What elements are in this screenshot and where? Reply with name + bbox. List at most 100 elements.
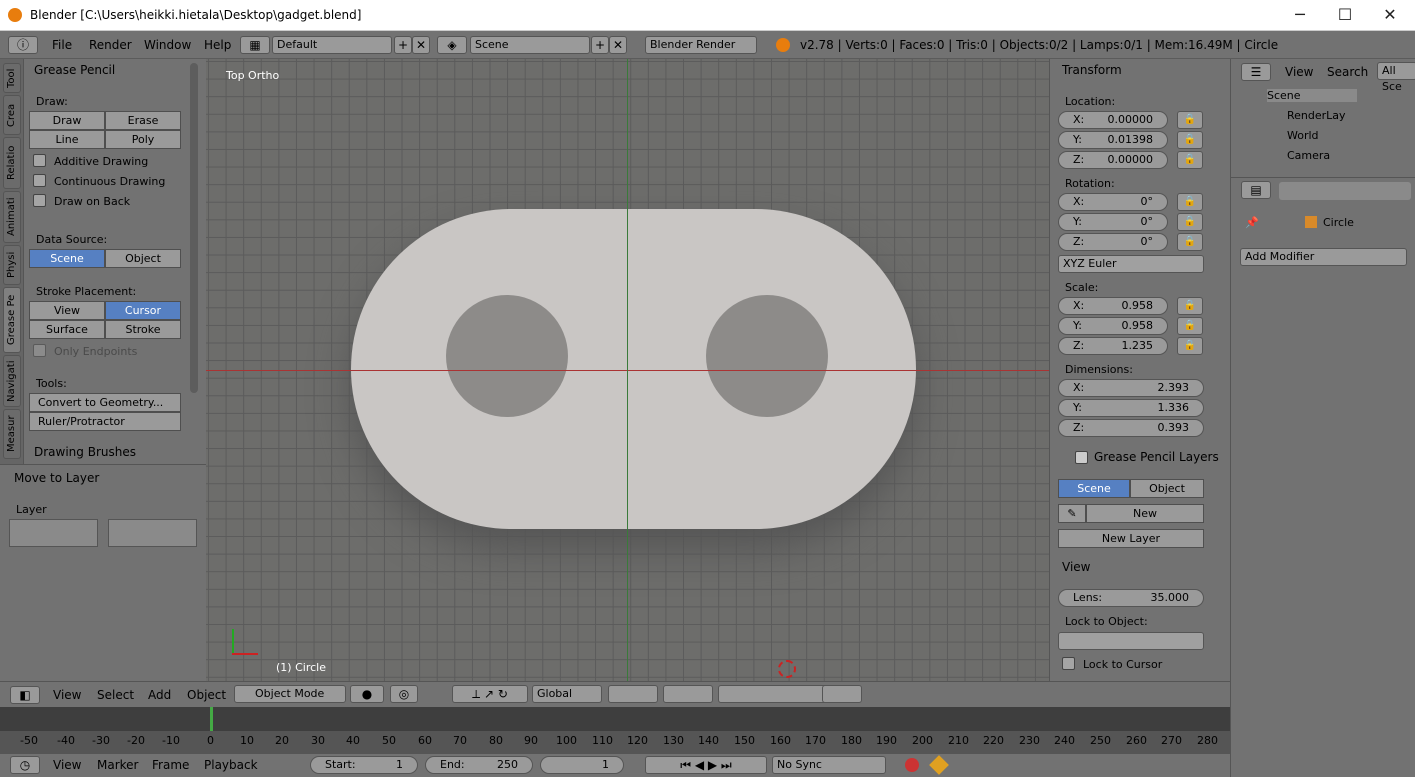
lock-icon[interactable]: 🔒	[1177, 233, 1203, 251]
screen-layout-icon[interactable]: ▦	[240, 36, 270, 54]
gp-layers-object-button[interactable]: Object	[1130, 479, 1204, 498]
gp-layers-scene-button[interactable]: Scene	[1058, 479, 1130, 498]
add-scene-icon[interactable]: +	[591, 36, 609, 54]
outliner-display-select[interactable]: All Sce	[1377, 62, 1415, 93]
keyframe-icon[interactable]	[929, 755, 949, 775]
menu-help[interactable]: Help	[204, 38, 231, 52]
close-button[interactable]: ✕	[1370, 4, 1410, 26]
data-source-scene-button[interactable]: Scene	[29, 249, 105, 268]
lock-icon[interactable]: 🔒	[1177, 131, 1203, 149]
view-panel-header[interactable]: View	[1062, 560, 1090, 574]
rotation-mode-select[interactable]: XYZ Euler	[1058, 255, 1204, 273]
manipulator-icons[interactable]: ⟂ ↗ ↻	[452, 685, 528, 703]
gp-layers-checkbox[interactable]	[1075, 451, 1088, 464]
draw-button[interactable]: Draw	[29, 111, 105, 130]
scene-icon[interactable]: ◈	[437, 36, 467, 54]
remove-scene-icon[interactable]: ✕	[609, 36, 627, 54]
tab-grease-pencil[interactable]: Grease Pe	[3, 287, 21, 353]
record-icon[interactable]	[905, 758, 919, 772]
tl-menu-marker[interactable]: Marker	[97, 758, 138, 772]
grease-pencil-header[interactable]: Grease Pencil	[34, 63, 115, 77]
tab-animation[interactable]: Animati	[3, 191, 21, 243]
dimension-y-field[interactable]: Y: 1.336	[1058, 399, 1204, 417]
menu-window[interactable]: Window	[144, 38, 191, 52]
location-y-field[interactable]: Y: 0.01398	[1058, 131, 1168, 149]
only-endpoints-checkbox[interactable]	[33, 344, 46, 357]
remove-layout-icon[interactable]: ✕	[412, 36, 430, 54]
additive-drawing-checkbox[interactable]	[33, 154, 46, 167]
menu-render[interactable]: Render	[89, 38, 132, 52]
location-z-field[interactable]: Z: 0.00000	[1058, 151, 1168, 169]
properties-context-tabs[interactable]	[1279, 182, 1411, 200]
outliner-search-menu[interactable]: Search	[1327, 65, 1368, 79]
placement-surface-button[interactable]: Surface	[29, 320, 105, 339]
lock-icon[interactable]: 🔒	[1177, 111, 1203, 129]
sync-mode-select[interactable]: No Sync	[772, 756, 886, 774]
3d-cursor-icon[interactable]	[778, 660, 796, 678]
lens-field[interactable]: Lens: 35.000	[1058, 589, 1204, 607]
lock-icon[interactable]: 🔒	[1177, 193, 1203, 211]
screen-layout-field[interactable]: Default	[272, 36, 392, 54]
tl-menu-playback[interactable]: Playback	[204, 758, 258, 772]
tab-navigation[interactable]: Navigati	[3, 355, 21, 407]
rotation-x-field[interactable]: X: 0°	[1058, 193, 1168, 211]
timeline[interactable]: -50 -40 -30 -20 -10 0 10 20 30 40 50 60 …	[0, 707, 1230, 753]
convert-to-geometry-button[interactable]: Convert to Geometry...	[29, 393, 181, 412]
layer-grid-right[interactable]	[108, 519, 197, 547]
interaction-mode-select[interactable]: Object Mode	[234, 685, 346, 703]
poly-button[interactable]: Poly	[105, 130, 181, 149]
lock-icon[interactable]: 🔒	[1177, 151, 1203, 169]
maximize-button[interactable]: ☐	[1325, 4, 1365, 26]
outliner-item-camera[interactable]: Camera	[1287, 149, 1330, 162]
render-icons[interactable]	[822, 685, 862, 703]
data-source-object-button[interactable]: Object	[105, 249, 181, 268]
transform-orientation-select[interactable]: Global	[532, 685, 602, 703]
move-to-layer-header[interactable]: Move to Layer	[14, 471, 99, 485]
scale-z-field[interactable]: Z: 1.235	[1058, 337, 1168, 355]
viewport-shading-icon[interactable]: ●	[350, 685, 384, 703]
3d-viewport[interactable]: Top Ortho (1) Circle	[206, 59, 1049, 681]
scale-x-field[interactable]: X: 0.958	[1058, 297, 1168, 315]
scene-field[interactable]: Scene	[470, 36, 590, 54]
tl-menu-frame[interactable]: Frame	[152, 758, 189, 772]
tab-physics[interactable]: Physi	[3, 245, 21, 285]
tab-measure[interactable]: Measur	[3, 409, 21, 459]
lock-icon[interactable]: 🔒	[1177, 317, 1203, 335]
drawing-brushes-header[interactable]: Drawing Brushes	[34, 445, 136, 459]
rotation-z-field[interactable]: Z: 0°	[1058, 233, 1168, 251]
timeline-editor-icon[interactable]: ◷	[10, 756, 40, 774]
pin-icon[interactable]: 📌	[1245, 216, 1259, 229]
menu-file[interactable]: File	[52, 38, 72, 52]
rotation-y-field[interactable]: Y: 0°	[1058, 213, 1168, 231]
add-modifier-select[interactable]: Add Modifier	[1240, 248, 1407, 266]
tl-menu-view[interactable]: View	[53, 758, 81, 772]
properties-editor-icon[interactable]: ▤	[1241, 181, 1271, 199]
layer-grid-left[interactable]	[9, 519, 98, 547]
continuous-drawing-checkbox[interactable]	[33, 174, 46, 187]
menu-view[interactable]: View	[53, 688, 81, 702]
dimension-z-field[interactable]: Z: 0.393	[1058, 419, 1204, 437]
pencil-icon[interactable]: ✎	[1058, 504, 1086, 523]
outliner-item-scene[interactable]: Scene	[1267, 89, 1357, 102]
timeline-ruler[interactable]: -50 -40 -30 -20 -10 0 10 20 30 40 50 60 …	[0, 731, 1230, 753]
scene-layers-grid[interactable]	[608, 685, 658, 703]
location-x-field[interactable]: X: 0.00000	[1058, 111, 1168, 129]
placement-stroke-button[interactable]: Stroke	[105, 320, 181, 339]
playback-controls[interactable]: ⏮ ◀ ▶ ⏭	[645, 756, 767, 774]
tab-create[interactable]: Crea	[3, 95, 21, 135]
outliner-item-renderlayers[interactable]: RenderLay	[1287, 109, 1346, 122]
tab-relations[interactable]: Relatio	[3, 137, 21, 189]
render-engine-select[interactable]: Blender Render	[645, 36, 757, 54]
outliner-item-world[interactable]: World	[1287, 129, 1319, 142]
lock-to-cursor-checkbox[interactable]	[1062, 657, 1075, 670]
pivot-point-icon[interactable]: ◎	[390, 685, 418, 703]
menu-select[interactable]: Select	[97, 688, 134, 702]
current-frame-field[interactable]: 1	[540, 756, 624, 774]
new-gp-button[interactable]: New	[1086, 504, 1204, 523]
minimize-button[interactable]: ─	[1280, 4, 1320, 26]
lock-icon[interactable]: 🔒	[1177, 297, 1203, 315]
menu-object[interactable]: Object	[187, 688, 226, 702]
gp-layers-header[interactable]: Grease Pencil Layers	[1094, 450, 1219, 464]
tab-tool[interactable]: Tool	[3, 63, 21, 93]
current-frame-marker[interactable]	[210, 707, 213, 731]
